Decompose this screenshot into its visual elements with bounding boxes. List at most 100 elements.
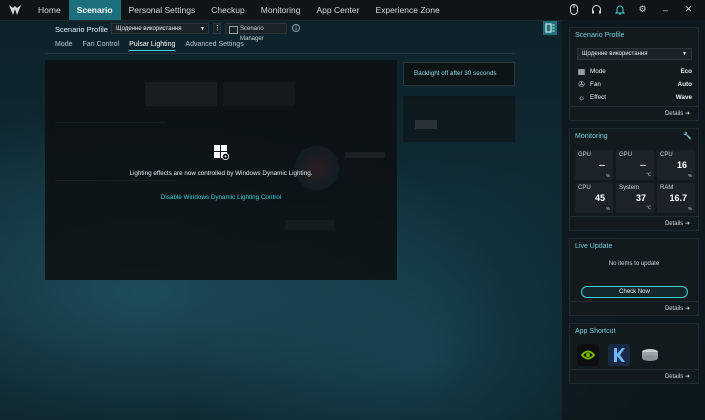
reset-lighting-section — [403, 96, 515, 142]
check-now-button[interactable]: Check Now — [581, 286, 688, 298]
gpu-temp-tile: GPU -- ℃ — [616, 150, 654, 180]
chevron-down-icon: ▼ — [200, 26, 205, 32]
gpu-usage-tile: GPU -- % — [575, 150, 613, 180]
card-profile-select[interactable]: Щоденне використання ▼ — [577, 48, 692, 60]
nav-personal-settings[interactable]: Personal Settings — [121, 0, 204, 20]
details-label: Details — [664, 111, 684, 117]
tab-mode[interactable]: Mode — [55, 41, 73, 51]
windows-lighting-icon — [214, 145, 229, 160]
disable-dynamic-lighting-link[interactable]: Disable Windows Dynamic Lighting Control — [45, 194, 397, 201]
tile-label: RAM — [660, 185, 674, 191]
sidebar-toggle-icon[interactable] — [543, 21, 557, 35]
scenario-profile-card: Scenario Profile Щоденне використання ▼ … — [569, 27, 699, 121]
tab-pulsar-lighting[interactable]: Pulsar Lighting — [129, 41, 176, 51]
tile-value: 16.7 — [669, 193, 687, 203]
scenario-profile-select[interactable]: Щоденне використання ▼ — [111, 23, 209, 34]
monitoring-details-link[interactable]: Details ➜ — [570, 216, 698, 230]
tile-label: CPU — [578, 185, 591, 191]
fan-label: Fan — [590, 81, 601, 88]
live-update-details-link[interactable]: Details ➜ — [570, 301, 698, 315]
fan-row: ✇ Fan Auto — [577, 79, 692, 90]
effect-row: ☼ Effect Wave — [577, 92, 692, 103]
minimize-icon[interactable]: – — [659, 3, 672, 16]
scenario-manager-label: Scenario Manager — [240, 26, 264, 42]
dynamic-lighting-notice: Lighting effects are now controlled by W… — [45, 60, 397, 280]
tile-label: CPU — [660, 152, 673, 158]
storage-icon[interactable] — [639, 344, 661, 366]
tab-fan-control[interactable]: Fan Control — [83, 41, 120, 51]
dynamic-lighting-message: Lighting effects are now controlled by W… — [129, 170, 313, 177]
bell-icon[interactable] — [613, 3, 626, 16]
mode-row: ▦ Mode Eco — [577, 66, 692, 77]
card-title: Monitoring — [575, 133, 608, 140]
mode-value: Eco — [680, 68, 692, 75]
app-shortcuts — [577, 344, 661, 366]
tile-label: GPU — [578, 152, 592, 158]
nav-app-center[interactable]: App Center — [308, 0, 367, 20]
window-controls: ⚙ – ✕ — [567, 3, 695, 16]
tile-value: -- — [640, 160, 646, 170]
tab-divider — [45, 53, 515, 54]
cpu-usage-tile: CPU 16 % — [657, 150, 695, 180]
effect-label: Effect — [590, 94, 606, 101]
live-update-card: Live Update No items to update Check Now… — [569, 238, 699, 316]
main-nav: Home Scenario Personal Settings Checkup … — [30, 0, 448, 20]
reset-button-disabled — [415, 120, 437, 129]
mode-label: Mode — [590, 68, 606, 75]
monitoring-card: Monitoring 🔧 GPU -- % GPU -- ℃ CPU 16 % … — [569, 128, 699, 231]
nav-scenario[interactable]: Scenario — [68, 0, 121, 20]
backlight-timeout-select[interactable]: Backlight off after 30 seconds — [403, 62, 515, 86]
fan-icon: ✇ — [578, 80, 585, 89]
scenario-manager-icon — [229, 26, 238, 34]
details-label: Details — [664, 374, 684, 380]
nav-monitoring[interactable]: Monitoring — [253, 0, 309, 20]
no-updates-text: No items to update — [608, 261, 660, 267]
more-options-icon[interactable]: ⋮ — [213, 23, 221, 34]
scenario-details-link[interactable]: Details ➜ — [570, 106, 698, 120]
tile-value: 45 — [594, 193, 605, 203]
sun-icon: ☼ — [577, 93, 586, 102]
tile-value: 16 — [676, 160, 687, 170]
system-temp-tile: System 37 ℃ — [616, 183, 654, 213]
tile-unit: % — [605, 173, 610, 178]
top-nav-bar: Home Scenario Personal Settings Checkup … — [0, 0, 705, 21]
cpu-temp-tile: CPU 45 % — [575, 183, 613, 213]
tile-label: GPU — [619, 152, 633, 158]
mode-icon: ▦ — [577, 67, 586, 76]
close-icon[interactable]: ✕ — [682, 3, 695, 16]
app-shortcut-card: App Shortcut Details ➜ — [569, 323, 699, 384]
details-label: Details — [664, 306, 684, 312]
nvidia-icon[interactable] — [577, 344, 599, 366]
nav-home[interactable]: Home — [30, 0, 69, 20]
tile-label: System — [619, 185, 640, 191]
effect-value: Wave — [675, 94, 692, 101]
ram-usage-tile: RAM 16.7 % — [657, 183, 695, 213]
wrench-icon[interactable]: 🔧 — [683, 132, 692, 140]
card-title: App Shortcut — [575, 328, 616, 335]
info-icon[interactable]: i — [292, 24, 300, 32]
card-title: Scenario Profile — [575, 32, 625, 39]
tile-unit: % — [687, 206, 692, 211]
tab-advanced-settings[interactable]: Advanced Settings — [185, 41, 243, 51]
chevron-down-icon: ▼ — [682, 51, 687, 57]
card-profile-value: Щоденне використання — [582, 51, 648, 57]
mouse-icon[interactable] — [567, 3, 580, 16]
app-shortcut-details-link[interactable]: Details ➜ — [570, 369, 698, 383]
headset-icon[interactable] — [590, 3, 603, 16]
settings-icon[interactable]: ⚙ — [636, 3, 649, 16]
scenario-manager-button[interactable]: Scenario Manager — [225, 23, 287, 42]
scenario-profile-label: Scenario Profile — [55, 25, 108, 34]
lighting-panel: Lighting effects are now controlled by W… — [45, 60, 397, 280]
tile-unit: % — [605, 206, 610, 211]
card-title: Live Update — [575, 243, 613, 250]
tile-unit: ℃ — [645, 205, 651, 210]
details-label: Details — [664, 221, 684, 227]
killer-icon[interactable] — [608, 344, 630, 366]
tile-value: -- — [599, 160, 605, 170]
tile-unit: % — [687, 173, 692, 178]
tile-unit: ℃ — [645, 172, 651, 177]
scenario-profile-value: Щоденне використання — [116, 26, 182, 32]
nav-experience-zone[interactable]: Experience Zone — [367, 0, 447, 20]
nav-checkup[interactable]: Checkup — [203, 0, 253, 20]
sub-tabs: Mode Fan Control Pulsar Lighting Advance… — [55, 41, 244, 51]
